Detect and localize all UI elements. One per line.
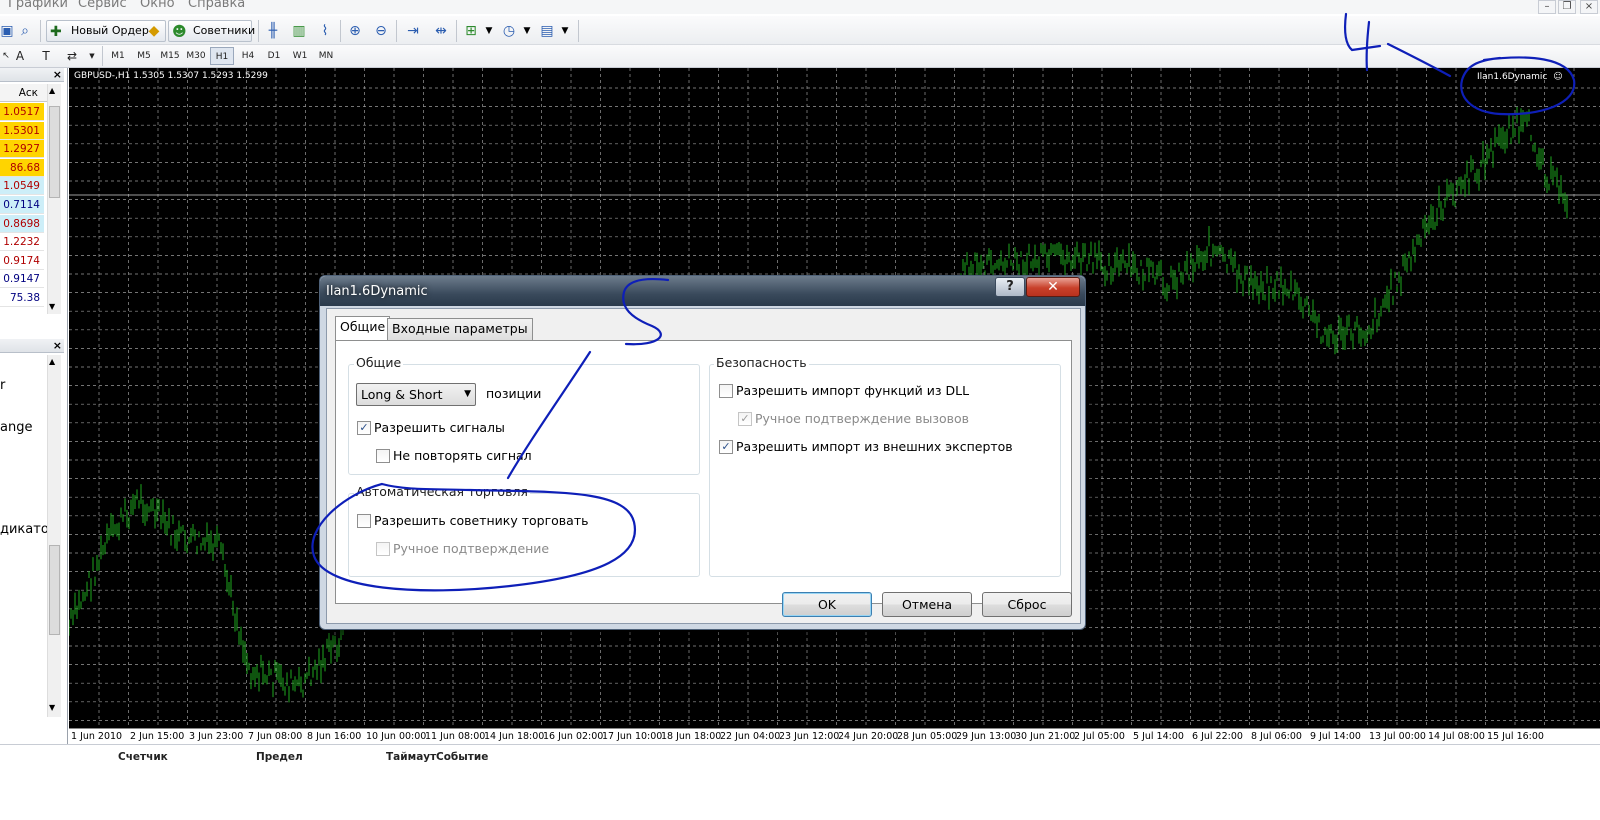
annotation-circle-expert — [1460, 56, 1576, 116]
annotation-circle-auto-trading — [311, 482, 637, 592]
annotation-arrow-to-checkbox — [506, 350, 592, 480]
annotation-digit-4 — [1344, 12, 1382, 72]
annotation-overlay — [311, 12, 1576, 592]
annotation-arrow-to-expert — [1386, 42, 1452, 78]
annotation-digit-5 — [622, 277, 670, 346]
